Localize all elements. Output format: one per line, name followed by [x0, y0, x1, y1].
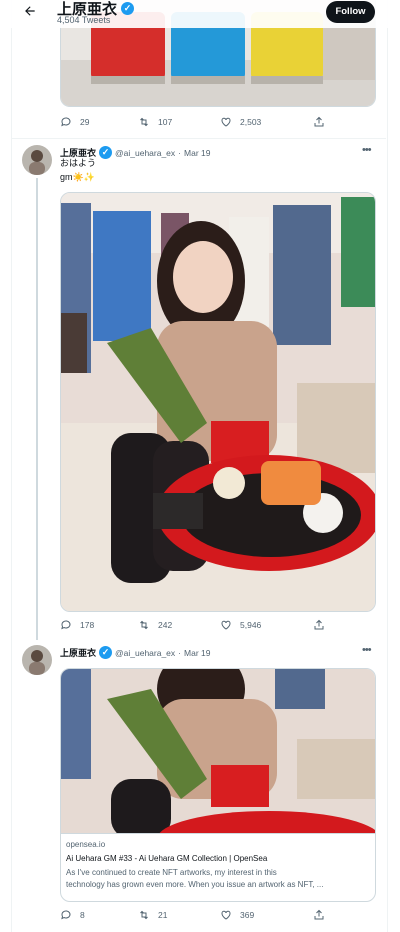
like-count: 369 [240, 910, 255, 920]
share-icon [314, 116, 324, 127]
more-options-icon[interactable]: ••• [362, 144, 372, 156]
reply-button[interactable]: 8 [60, 909, 85, 921]
tweet-dot: · [178, 147, 182, 158]
tweet-header: 上原亜衣 ✓ @ai_uehara_ex · Mar 19 [60, 646, 210, 659]
retweet-icon [140, 117, 148, 127]
retweet-button[interactable]: 107 [138, 116, 172, 128]
more-options-icon[interactable]: ••• [362, 644, 372, 656]
reply-count: 29 [80, 117, 90, 127]
verified-badge-icon: ✓ [99, 646, 113, 659]
profile-header: 上原亜衣 ✓ 4,504 Tweets Follow [0, 0, 400, 28]
retweet-button[interactable]: 242 [138, 619, 172, 631]
reply-button[interactable]: 29 [60, 116, 89, 128]
share-icon [314, 909, 324, 920]
verified-badge-icon: ✓ [99, 146, 113, 159]
like-button[interactable]: 369 [220, 909, 254, 921]
retweet-button[interactable]: 21 [138, 909, 167, 921]
avatar[interactable] [22, 145, 52, 175]
verified-badge-icon: ✓ [121, 2, 135, 15]
reply-count: 8 [80, 910, 85, 920]
link-card-title: Ai Uehara GM #33 - Ai Uehara GM Collecti… [66, 854, 268, 863]
tweet-count: 4,504 Tweets [57, 15, 111, 25]
share-icon [314, 619, 324, 630]
tweet-media-photo[interactable] [60, 192, 376, 612]
reply-button[interactable]: 178 [60, 619, 94, 631]
retweet-icon [140, 910, 148, 920]
link-card-image [61, 669, 375, 833]
share-button[interactable] [313, 619, 325, 631]
heart-icon [221, 620, 231, 630]
arrow-left-icon[interactable] [20, 4, 40, 22]
retweet-count: 107 [158, 117, 173, 127]
share-button[interactable] [313, 116, 325, 128]
tweet-author-name[interactable]: 上原亜衣 [60, 646, 96, 659]
tweet-date[interactable]: Mar 19 [184, 648, 210, 658]
retweet-count: 21 [158, 910, 168, 920]
tweet-divider [11, 138, 386, 139]
tweet-actions: 29 107 2,503 [60, 116, 360, 130]
tweet-text-line: おはよう [60, 158, 97, 168]
tweet-text-line: gm☀️✨ [60, 172, 95, 182]
reply-icon [61, 117, 71, 127]
like-button[interactable]: 2,503 [220, 116, 261, 128]
link-card-description: As I've continued to create NFT artworks… [66, 868, 277, 877]
tweet-dot: · [178, 647, 182, 658]
share-button[interactable] [313, 909, 325, 921]
link-card-domain: opensea.io [66, 840, 106, 849]
tweet-author-handle[interactable]: @ai_uehara_ex [115, 148, 175, 158]
tweet-author-handle[interactable]: @ai_uehara_ex [115, 648, 175, 658]
tweet-date[interactable]: Mar 19 [184, 148, 210, 158]
tweet-actions: 8 21 369 [60, 909, 360, 923]
thread-connector-line [36, 178, 38, 640]
retweet-count: 242 [158, 620, 173, 630]
reply-icon [61, 620, 71, 630]
retweet-icon [140, 620, 148, 630]
tweet-actions: 178 242 5,946 [60, 619, 360, 633]
heart-icon [221, 910, 231, 920]
like-button[interactable]: 5,946 [220, 619, 261, 631]
heart-icon [221, 117, 231, 127]
link-card-description: technology has grown even more. When you… [66, 880, 324, 889]
like-count: 5,946 [240, 620, 262, 630]
reply-icon [61, 910, 71, 920]
like-count: 2,503 [240, 117, 262, 127]
follow-button[interactable]: Follow [326, 1, 375, 23]
reply-count: 178 [80, 620, 95, 630]
avatar[interactable] [22, 645, 52, 675]
